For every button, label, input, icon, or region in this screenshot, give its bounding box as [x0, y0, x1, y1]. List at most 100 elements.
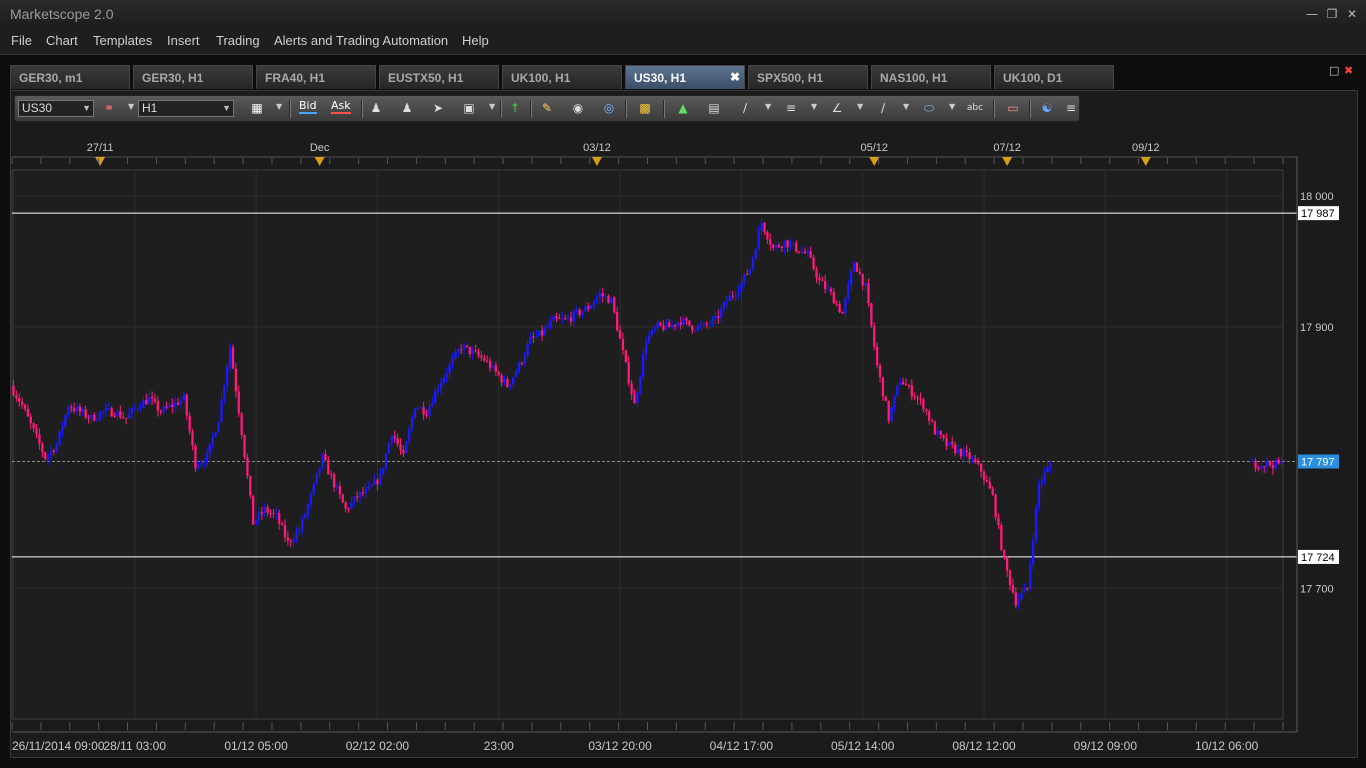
candle-body: [927, 411, 931, 421]
candle-body: [896, 385, 899, 396]
candle-body: [101, 410, 105, 413]
candle-body: [18, 398, 21, 402]
candle-body: [578, 309, 581, 315]
candle-body: [460, 349, 463, 351]
candle-body: [639, 376, 642, 393]
candle-body: [717, 315, 720, 318]
candle-body: [1020, 592, 1023, 600]
candle-body: [855, 262, 859, 272]
candle-body: [44, 452, 47, 460]
x-tick-label: 23:00: [484, 739, 514, 753]
candle-body: [1271, 465, 1275, 469]
candle-body: [812, 257, 815, 270]
candle-body: [286, 537, 290, 541]
candle-body: [636, 392, 639, 404]
candle-body: [982, 471, 986, 480]
candle-body: [234, 368, 238, 392]
candle-body: [301, 517, 304, 530]
candle-body: [679, 322, 682, 325]
candle-body: [737, 292, 740, 296]
candle-body: [893, 395, 896, 407]
candle-body: [246, 457, 249, 476]
candle-body: [226, 366, 229, 386]
candle-body: [156, 401, 160, 411]
x-tick-label: 02/12 02:00: [346, 739, 410, 753]
candle-body: [454, 351, 457, 359]
candle-body: [486, 360, 489, 362]
candle-body: [858, 271, 861, 274]
candle-body: [746, 274, 749, 276]
candle-body: [396, 438, 399, 445]
candle-body: [512, 377, 515, 384]
candle-body: [384, 453, 388, 469]
candle-body: [358, 492, 362, 498]
candle-body: [930, 420, 934, 422]
candle-body: [948, 442, 951, 446]
candle-body: [451, 358, 454, 365]
price-chart[interactable]: 27/11 Dec 03/12 05/12 07/12 09/12 17 987 17 72…: [0, 0, 1366, 768]
candle-body: [471, 350, 474, 355]
candle-body: [1277, 459, 1280, 464]
candle-body: [364, 488, 368, 494]
candle-body: [942, 434, 945, 438]
candle-body: [826, 288, 830, 290]
candle-body: [122, 417, 125, 419]
candle-body: [393, 435, 396, 439]
candle-body: [408, 429, 411, 442]
candle-body: [540, 330, 544, 336]
candle-body: [214, 432, 217, 438]
candle-body: [1254, 460, 1257, 469]
candle-body: [1037, 483, 1041, 508]
candle-body: [971, 458, 974, 460]
event-marker-label: 27/11: [87, 142, 114, 154]
candle-body: [327, 460, 330, 475]
candle-body: [595, 297, 599, 302]
candle-body: [289, 540, 292, 542]
candle-body: [191, 431, 194, 446]
candle-body: [506, 378, 509, 388]
candle-body: [162, 406, 165, 413]
candle-body: [708, 324, 711, 326]
candle-body: [81, 409, 84, 412]
candle-body: [29, 416, 32, 424]
candle-body: [188, 415, 191, 432]
candle-body: [584, 306, 587, 312]
candle-body: [748, 268, 752, 275]
candle-body: [462, 345, 466, 350]
candle-body: [49, 450, 53, 455]
candle-body: [1000, 525, 1003, 551]
candle-body: [312, 483, 316, 494]
candle-body: [702, 323, 705, 325]
candle-body: [852, 262, 856, 272]
candle-body: [280, 523, 284, 526]
candle-body: [46, 454, 50, 460]
candle-body: [757, 230, 760, 250]
candle-body: [682, 318, 685, 325]
x-tick-label: 03/12 20:00: [588, 739, 652, 753]
candle-body: [832, 291, 835, 304]
candle-body: [84, 409, 87, 418]
candle-body: [572, 311, 575, 322]
candle-body: [107, 408, 110, 410]
candle-body: [705, 323, 708, 325]
candle-body: [228, 347, 232, 367]
candle-body: [774, 244, 778, 248]
candle-body: [644, 343, 648, 354]
candle-body: [676, 322, 679, 327]
candle-body: [870, 303, 873, 326]
candle-body: [867, 283, 870, 304]
y-tick-label: 17 700: [1300, 583, 1334, 595]
candle-body: [529, 336, 532, 345]
candle-body: [344, 502, 347, 509]
candle-body: [760, 222, 763, 231]
candle-body: [598, 293, 601, 298]
candle-body: [1040, 480, 1043, 484]
candle-body: [861, 273, 864, 286]
candle-body: [566, 317, 570, 319]
marker-strip: [12, 138, 1297, 168]
candle-body: [165, 406, 168, 408]
candle-body: [569, 317, 573, 322]
candle-body: [419, 407, 422, 409]
level-price-label: 17 987: [1301, 208, 1335, 220]
candle-body: [491, 365, 495, 369]
